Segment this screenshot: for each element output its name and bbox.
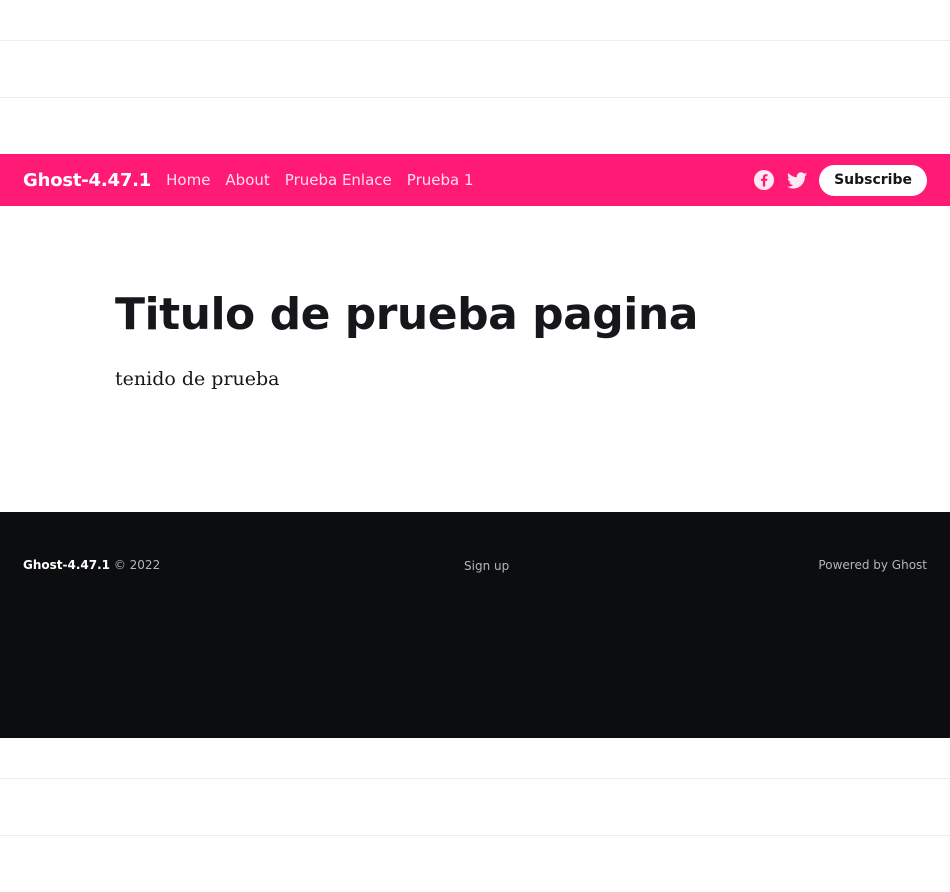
page-content: Titulo de prueba pagina tenido de prueba <box>115 282 835 390</box>
page-body-text: tenido de prueba <box>115 368 280 390</box>
footer-copyright: Ghost-4.47.1 © 2022 <box>23 558 160 572</box>
divider-line <box>0 97 950 98</box>
signup-link[interactable]: Sign up <box>464 559 509 573</box>
nav-link-home[interactable]: Home <box>166 171 210 189</box>
header-actions: Subscribe <box>753 164 927 196</box>
twitter-icon[interactable] <box>786 169 808 191</box>
footer-row: Ghost-4.47.1 © 2022 Sign up Powered by G… <box>23 512 927 738</box>
site-footer: Ghost-4.47.1 © 2022 Sign up Powered by G… <box>0 512 950 738</box>
site-header: Ghost-4.47.1 Home About Prueba Enlace Pr… <box>0 154 950 206</box>
powered-by-link[interactable]: Powered by Ghost <box>818 558 927 572</box>
subscribe-button[interactable]: Subscribe <box>819 164 927 196</box>
facebook-icon[interactable] <box>753 169 775 191</box>
divider-line <box>0 835 950 836</box>
main-nav: Home About Prueba Enlace Prueba 1 <box>166 171 473 189</box>
copyright-text: © 2022 <box>113 558 161 572</box>
footer-brand-link[interactable]: Ghost-4.47.1 <box>23 558 110 572</box>
divider-line <box>0 40 950 41</box>
page: Ghost-4.47.1 Home About Prueba Enlace Pr… <box>0 0 950 892</box>
nav-link-prueba-1[interactable]: Prueba 1 <box>407 171 474 189</box>
divider-line <box>0 778 950 779</box>
nav-link-about[interactable]: About <box>225 171 269 189</box>
nav-link-prueba-enlace[interactable]: Prueba Enlace <box>285 171 392 189</box>
site-logo-link[interactable]: Ghost-4.47.1 <box>23 170 151 191</box>
page-title: Titulo de prueba pagina <box>115 289 698 340</box>
